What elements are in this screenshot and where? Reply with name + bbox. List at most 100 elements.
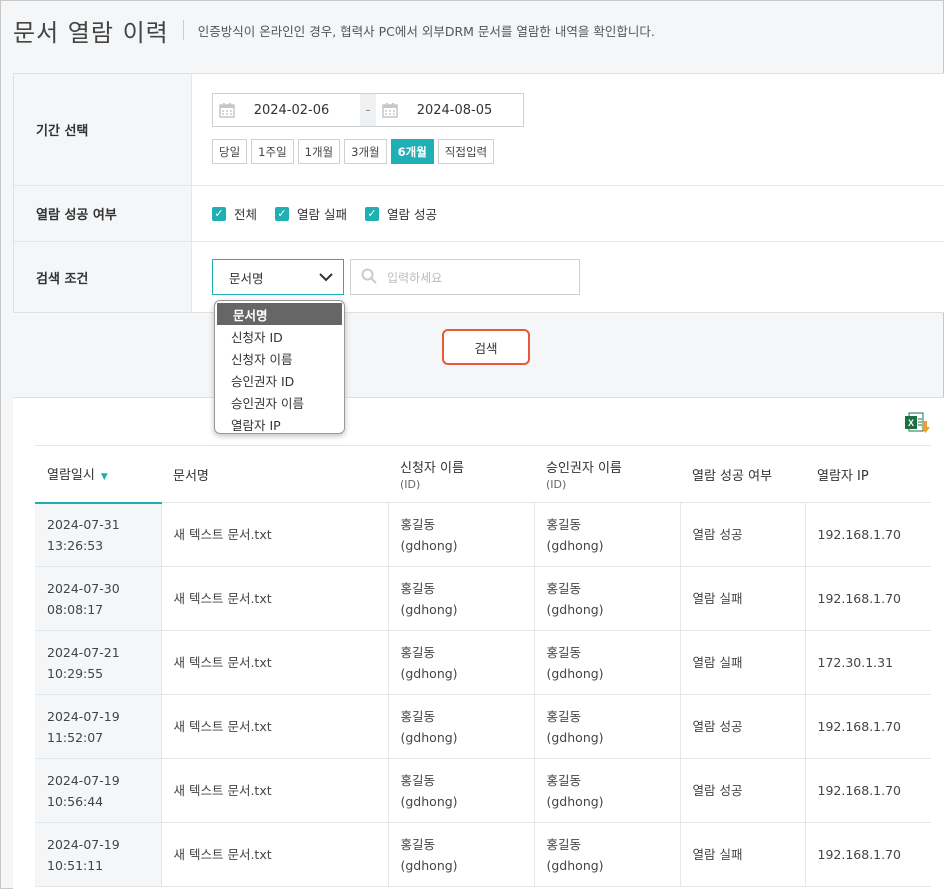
results-panel: X 열람일시 ▼ 문서명 신청자 이름 (ID) 승인권자 이름 (ID) 열람 성공…: [13, 397, 944, 889]
cell-requester: 홍길동 (gdhong): [388, 822, 535, 887]
cell-datetime: 2024-07-21 10:29:55: [35, 630, 162, 695]
cell-ip: 192.168.1.70: [805, 758, 931, 823]
dropdown-option-viewer-ip[interactable]: 열람자 IP: [215, 413, 344, 433]
cell-datetime: 2024-07-19 10:51:11: [35, 822, 162, 887]
calendar-icon[interactable]: [376, 102, 404, 118]
cell-approver: 홍길동 (gdhong): [534, 502, 681, 567]
period-1month-button[interactable]: 1개월: [297, 139, 341, 164]
cell-status: 열람 성공: [680, 502, 806, 567]
cell-status: 열람 성공: [680, 694, 806, 759]
table-header-row: 열람일시 ▼ 문서명 신청자 이름 (ID) 승인권자 이름 (ID) 열람 성공 여…: [35, 445, 931, 504]
cell-datetime: 2024-07-19 10:56:44: [35, 758, 162, 823]
page-header: 문서 열람 이력 인증방식이 온라인인 경우, 협력사 PC에서 외부DRM 문…: [1, 1, 943, 59]
cell-document: 새 텍스트 문서.txt: [161, 822, 389, 887]
col-approver: 승인권자 이름 (ID): [534, 445, 680, 503]
page-title: 문서 열람 이력: [13, 18, 169, 47]
checkbox-success[interactable]: ✓ 열람 성공: [365, 204, 437, 223]
start-date-field[interactable]: 2024-02-06: [213, 94, 360, 126]
period-3month-button[interactable]: 3개월: [344, 139, 387, 164]
dropdown-option-approver-name[interactable]: 승인권자 이름: [215, 391, 344, 413]
cell-requester: 홍길동 (gdhong): [388, 758, 535, 823]
svg-text:X: X: [908, 418, 914, 428]
checkbox-checked-icon[interactable]: ✓: [275, 206, 290, 221]
search-type-dropdown: 문서명 신청자 ID 신청자 이름 승인권자 ID 승인권자 이름 열람자 IP: [214, 300, 345, 434]
date-separator: -: [360, 94, 376, 126]
cell-requester: 홍길동 (gdhong): [388, 502, 535, 567]
checkbox-all[interactable]: ✓ 전체: [212, 204, 257, 223]
search-type-value: 문서명: [229, 270, 264, 286]
cell-document: 새 텍스트 문서.txt: [161, 502, 389, 567]
cell-approver: 홍길동 (gdhong): [534, 694, 681, 759]
table-row[interactable]: 2024-07-30 08:08:17 새 텍스트 문서.txt 홍길동 (gdho…: [35, 566, 931, 631]
col-document: 문서명: [161, 445, 388, 503]
table-row[interactable]: 2024-07-31 13:26:53 새 텍스트 문서.txt 홍길동 (gdho…: [35, 502, 931, 567]
col-status: 열람 성공 여부: [680, 445, 805, 503]
dropdown-option-requester-id[interactable]: 신청자 ID: [215, 325, 344, 347]
dropdown-option-doc-name[interactable]: 문서명: [217, 303, 342, 325]
search-button[interactable]: 검색: [442, 329, 530, 365]
table-row[interactable]: 2024-07-19 10:56:44 새 텍스트 문서.txt 홍길동 (gdho…: [35, 758, 931, 823]
cell-approver: 홍길동 (gdhong): [534, 566, 681, 631]
cell-approver: 홍길동 (gdhong): [534, 822, 681, 887]
cell-requester: 홍길동 (gdhong): [388, 566, 535, 631]
cell-status: 열람 실패: [680, 566, 806, 631]
checkbox-checked-icon[interactable]: ✓: [365, 206, 379, 221]
table-row[interactable]: 2024-07-21 10:29:55 새 텍스트 문서.txt 홍길동 (gdho…: [35, 630, 931, 695]
search-label: 검색 조건: [14, 242, 192, 312]
checkbox-success-label: 열람 성공: [387, 207, 437, 222]
search-input[interactable]: 입력하세요: [350, 259, 580, 295]
cell-approver: 홍길동 (gdhong): [534, 758, 681, 823]
search-row: 검색 조건 문서명 입력하세요: [14, 242, 944, 312]
dropdown-option-requester-name[interactable]: 신청자 이름: [215, 347, 344, 369]
excel-download-icon[interactable]: X: [905, 412, 931, 438]
cell-datetime: 2024-07-31 13:26:53: [35, 502, 162, 567]
checkbox-fail-label: 열람 실패: [297, 207, 347, 222]
col-ip: 열람자 IP: [805, 445, 931, 503]
table-row[interactable]: 2024-07-19 10:51:11 새 텍스트 문서.txt 홍길동 (gdho…: [35, 822, 931, 887]
title-divider: [182, 20, 184, 40]
checkbox-all-label: 전체: [234, 207, 258, 222]
period-label: 기간 선택: [14, 74, 192, 185]
success-label: 열람 성공 여부: [14, 186, 192, 241]
end-date-field[interactable]: 2024-08-05: [376, 94, 523, 126]
cell-status: 열람 실패: [680, 822, 806, 887]
cell-datetime: 2024-07-19 11:52:07: [35, 694, 162, 759]
calendar-icon[interactable]: [213, 102, 241, 118]
period-6month-button[interactable]: 6개월: [390, 139, 434, 164]
chevron-down-icon[interactable]: [319, 270, 333, 285]
table-row[interactable]: 2024-07-19 11:52:07 새 텍스트 문서.txt 홍길동 (gdho…: [35, 694, 931, 759]
cell-datetime: 2024-07-30 08:08:17: [35, 566, 162, 631]
period-today-button[interactable]: 당일: [212, 139, 248, 164]
end-date-value[interactable]: 2024-08-05: [404, 103, 523, 118]
sort-desc-icon[interactable]: ▼: [101, 472, 108, 482]
cell-approver: 홍길동 (gdhong): [534, 630, 681, 695]
start-date-value[interactable]: 2024-02-06: [241, 103, 360, 118]
period-row: 기간 선택 2024-02-06 - 2024-08-05 당일 1주일 1개월…: [14, 74, 944, 186]
filter-panel: 기간 선택 2024-02-06 - 2024-08-05 당일 1주일 1개월…: [13, 73, 944, 313]
cell-document: 새 텍스트 문서.txt: [161, 758, 389, 823]
period-1week-button[interactable]: 1주일: [251, 139, 294, 164]
period-custom-button[interactable]: 직접입력: [437, 139, 495, 164]
checkbox-checked-icon[interactable]: ✓: [212, 206, 226, 221]
quick-period-buttons: 당일 1주일 1개월 3개월 6개월 직접입력: [212, 139, 944, 164]
dropdown-option-approver-id[interactable]: 승인권자 ID: [215, 369, 344, 391]
history-table: 열람일시 ▼ 문서명 신청자 이름 (ID) 승인권자 이름 (ID) 열람 성공 여…: [35, 445, 931, 887]
cell-requester: 홍길동 (gdhong): [388, 694, 535, 759]
cell-ip: 192.168.1.70: [805, 694, 931, 759]
search-icon: [361, 268, 377, 287]
cell-ip: 192.168.1.70: [805, 566, 931, 631]
checkbox-fail[interactable]: ✓ 열람 실패: [275, 204, 347, 223]
cell-document: 새 텍스트 문서.txt: [161, 694, 389, 759]
cell-document: 새 텍스트 문서.txt: [161, 566, 389, 631]
search-type-select[interactable]: 문서명: [212, 259, 344, 295]
col-requester: 신청자 이름 (ID): [388, 445, 534, 503]
col-view-datetime[interactable]: 열람일시 ▼: [35, 445, 161, 504]
cell-status: 열람 성공: [680, 758, 806, 823]
cell-requester: 홍길동 (gdhong): [388, 630, 535, 695]
cell-ip: 172.30.1.31: [805, 630, 931, 695]
page-description: 인증방식이 온라인인 경우, 협력사 PC에서 외부DRM 문서를 열람한 내역…: [197, 23, 655, 39]
success-row: 열람 성공 여부 ✓ 전체 ✓ 열람 실패 ✓ 열람 성공: [14, 186, 944, 242]
cell-document: 새 텍스트 문서.txt: [161, 630, 389, 695]
cell-ip: 192.168.1.70: [805, 502, 931, 567]
cell-status: 열람 실패: [680, 630, 806, 695]
